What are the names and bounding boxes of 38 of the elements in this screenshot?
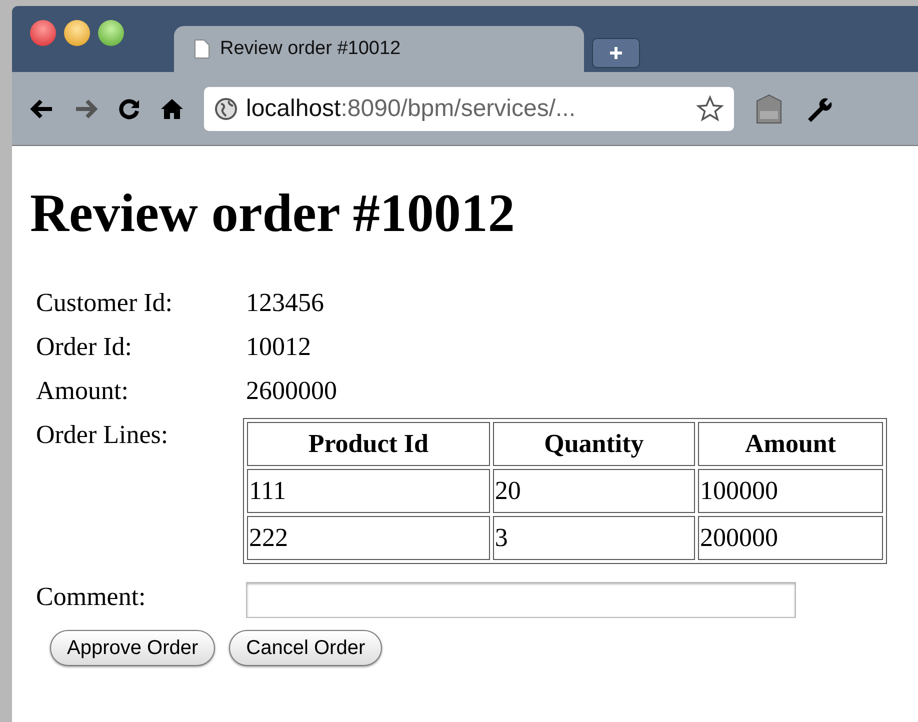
address-bar[interactable]: localhost:8090/bpm/services/... (204, 86, 734, 130)
field-label: Customer Id: (36, 287, 174, 319)
comment-field[interactable] (246, 582, 796, 618)
url-text: localhost:8090/bpm/services/... (246, 94, 576, 124)
field-label: Order Lines: (36, 419, 170, 451)
table-cell: 111 (247, 469, 490, 513)
back-arrow-icon[interactable] (30, 98, 54, 120)
table-cell: 20 (492, 469, 696, 513)
column-header: Amount (698, 422, 883, 466)
tag-extension-icon[interactable] (754, 92, 784, 124)
forward-arrow-icon[interactable] (74, 98, 98, 120)
table-cell: 222 (247, 516, 490, 560)
globe-icon (214, 96, 238, 120)
browser-tab[interactable]: Review order #10012 (174, 26, 584, 72)
table-cell: 100000 (698, 469, 883, 513)
field-label: Comment: (36, 581, 147, 613)
form-button[interactable]: Approve Order (50, 630, 216, 666)
close-window-icon[interactable] (30, 20, 56, 46)
form-button[interactable]: Cancel Order (229, 630, 382, 666)
table-cell: 200000 (698, 516, 883, 560)
new-tab-button[interactable] (592, 38, 640, 68)
table-cell: 3 (492, 516, 696, 560)
plus-icon (609, 46, 623, 60)
minimize-window-icon[interactable] (64, 20, 90, 46)
home-icon[interactable] (160, 96, 184, 120)
column-header: Quantity (492, 422, 696, 466)
reload-icon[interactable] (118, 98, 140, 120)
page-heading: Review order #10012 (30, 186, 516, 240)
maximize-window-icon[interactable] (98, 20, 124, 46)
field-value: 123456 (246, 287, 325, 319)
column-header: Product Id (247, 422, 490, 466)
star-icon[interactable] (696, 94, 724, 122)
field-label: Order Id: (36, 331, 134, 363)
field-value: 2600000 (246, 375, 338, 407)
field-value: 10012 (246, 331, 312, 363)
tab-title: Review order #10012 (220, 36, 401, 61)
page-icon (194, 39, 210, 59)
field-label: Amount: (36, 375, 130, 407)
